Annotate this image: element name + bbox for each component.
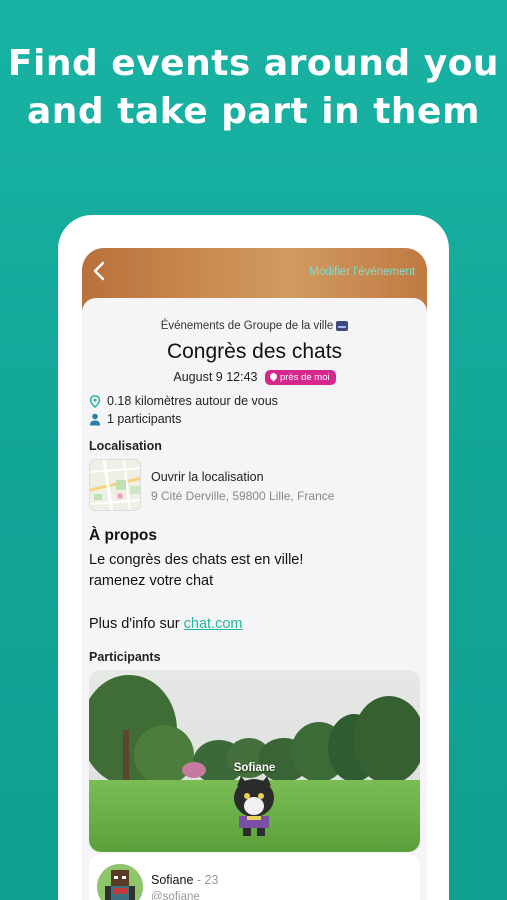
- more-info-link[interactable]: chat.com: [184, 616, 243, 632]
- open-location-link[interactable]: Ouvrir la localisation: [151, 470, 264, 484]
- event-datetime: August 9 12:43: [173, 370, 258, 384]
- minecraft-avatar-image: [97, 864, 143, 900]
- near-me-label: près de moi: [279, 372, 330, 383]
- event-date-row: August 9 12:43 près de moi: [82, 370, 427, 385]
- event-detail-card: Événements de Groupe de la ville Congrès…: [82, 298, 427, 900]
- chevron-left-icon: [93, 261, 105, 281]
- cat-avatar[interactable]: [229, 776, 279, 838]
- back-button[interactable]: [92, 260, 116, 286]
- location-section-label: Localisation: [89, 439, 162, 453]
- group-line: Événements de Groupe de la ville: [82, 320, 427, 332]
- more-info-prefix: Plus d'info sur: [89, 616, 184, 632]
- about-section-label: À propos: [89, 527, 158, 544]
- distance-text: 0.18 kilomètres autour de vous: [107, 394, 278, 408]
- location-address: 9 Cité Derville, 59800 Lille, France: [151, 489, 335, 503]
- location-pin-icon: [89, 394, 101, 408]
- map-thumbnail[interactable]: [89, 459, 141, 511]
- participant-name-row: Sofiane - 23: [151, 873, 218, 887]
- more-info-row: Plus d'info sur chat.com: [89, 616, 243, 632]
- event-screen: Modifier l'événement Événements de Group…: [82, 248, 427, 900]
- city-flag-icon: [336, 320, 349, 331]
- participants-count-row: 1 participants: [89, 412, 181, 426]
- participant-avatar: [97, 864, 143, 900]
- about-text: Le congrès des chats est en ville! ramen…: [89, 550, 419, 592]
- person-icon: [90, 413, 100, 425]
- participants-section-label: Participants: [89, 650, 161, 664]
- near-me-badge: près de moi: [264, 370, 336, 385]
- about-line-2: ramenez votre chat: [89, 573, 214, 589]
- participant-list-item[interactable]: Sofiane - 23 @sofiane: [89, 854, 420, 900]
- participant-age: - 23: [196, 873, 219, 887]
- distance-row: 0.18 kilomètres autour de vous: [89, 394, 278, 408]
- participants-scene: Sofiane: [89, 670, 420, 852]
- about-line-1: Le congrès des chats est en ville!: [89, 552, 304, 568]
- map-icon: [90, 460, 140, 510]
- participants-count-text: 1 participants: [107, 412, 182, 426]
- event-title: Congrès des chats: [166, 340, 343, 363]
- pin-icon: [268, 371, 279, 382]
- participant-handle: @sofiane: [151, 891, 200, 900]
- group-line-text: Événements de Groupe de la ville: [160, 320, 334, 332]
- edit-event-link[interactable]: Modifier l'événement: [309, 266, 415, 278]
- scene-avatar-name: Sofiane: [233, 762, 276, 774]
- participant-name: Sofiane: [151, 873, 194, 887]
- promo-headline: Find events around you and take part in …: [7, 43, 500, 132]
